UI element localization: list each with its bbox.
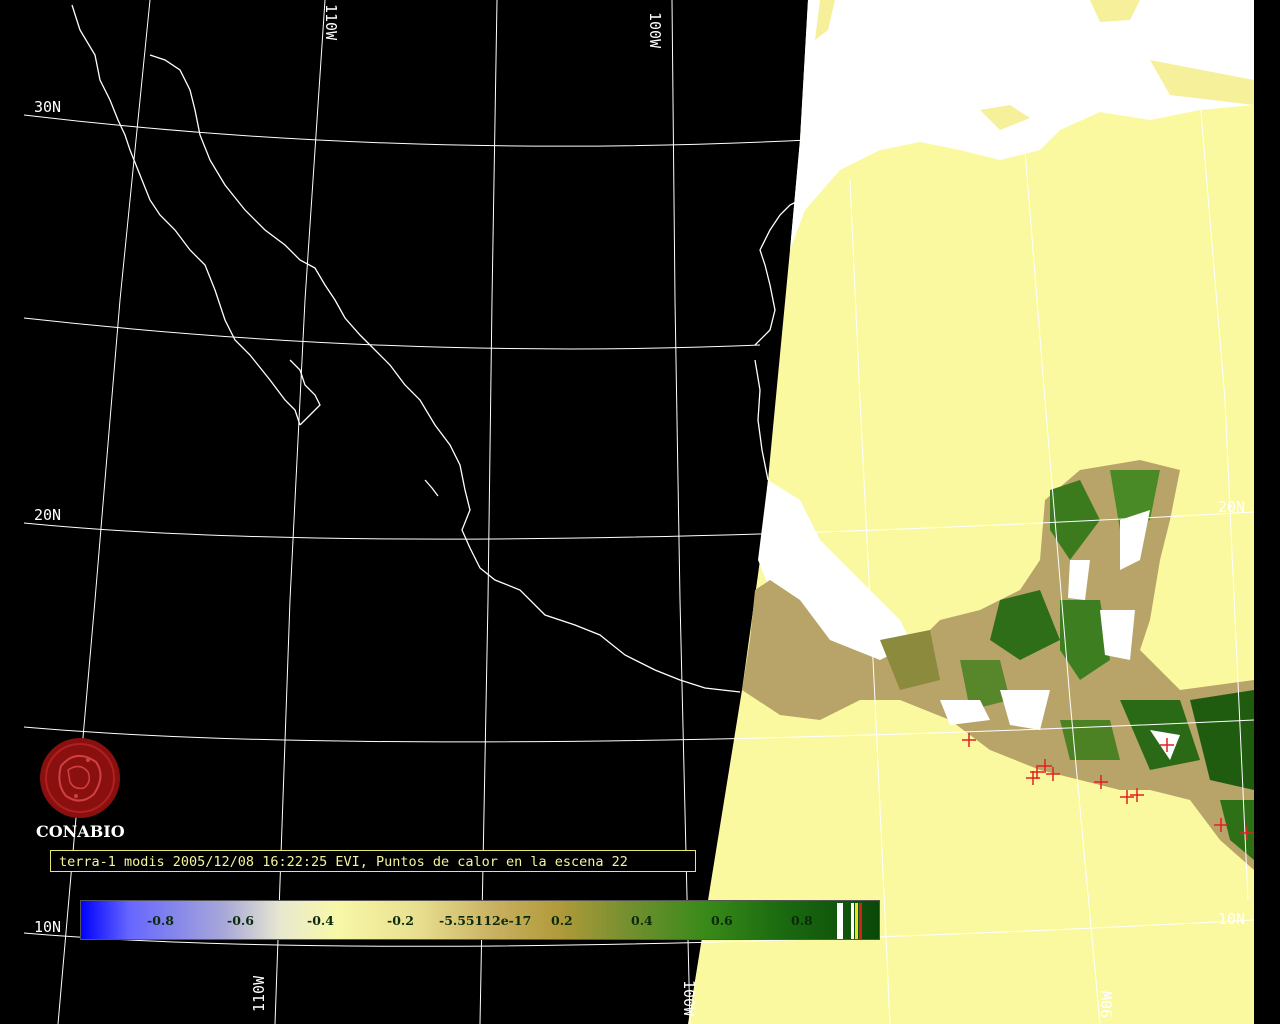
colorbar-stripe-red: [859, 903, 862, 939]
colorbar-label: -5.55112e-17: [439, 913, 532, 928]
colorbar-label: -0.4: [307, 913, 334, 928]
grid-label-100w-bottom: 100W: [680, 980, 698, 1017]
colorbar-stripe-white: [837, 903, 843, 939]
grid-label-10n: 10N: [34, 918, 61, 936]
colorbar-stripe-yellow: [855, 903, 858, 939]
grid-label-100w-top: 100W: [646, 12, 664, 49]
colorbar-label: 0.4: [631, 913, 653, 928]
colorbar-stripe-white-2: [851, 903, 854, 939]
conabio-logo-text: CONABIO: [36, 822, 125, 841]
grid-label-90w-bottom: 90W: [1098, 990, 1116, 1018]
colorbar-label: 0.6: [711, 913, 733, 928]
grid-label-20n-right: 20N: [1218, 498, 1245, 516]
colorbar-label: -0.2: [387, 913, 414, 928]
grid-label-20n: 20N: [34, 506, 61, 524]
grid-label-30n: 30N: [34, 98, 61, 116]
colorbar-label: 0.2: [551, 913, 573, 928]
scene-caption: terra-1 modis 2005/12/08 16:22:25 EVI, P…: [50, 850, 696, 872]
colorbar-label: 0.8: [791, 913, 813, 928]
colorbar-label: -0.8: [147, 913, 174, 928]
grid-label-110w-top: 110W: [322, 4, 340, 41]
colorbar-label: -0.6: [227, 913, 254, 928]
grid-label-10n-right: 10N: [1218, 910, 1245, 928]
evi-colorbar: -0.8 -0.6 -0.4 -0.2 -5.55112e-17 0.2 0.4…: [80, 900, 880, 940]
grid-label-110w-bottom: 110W: [250, 975, 268, 1012]
